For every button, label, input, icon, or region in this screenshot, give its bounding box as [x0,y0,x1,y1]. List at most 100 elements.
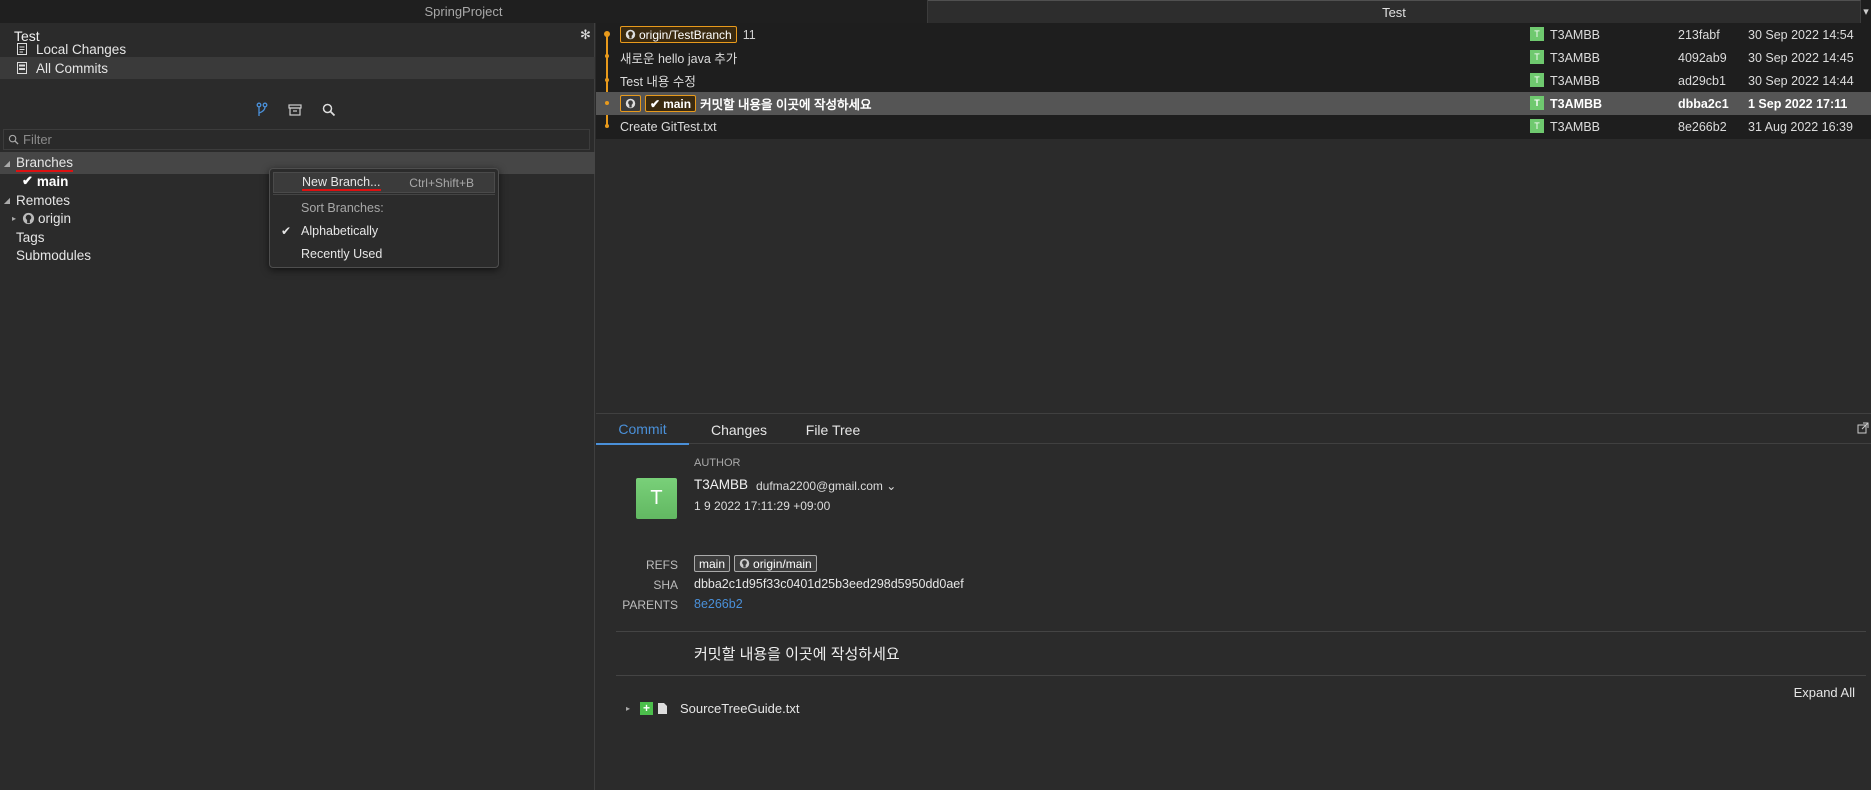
menu-shortcut: Ctrl+Shift+B [409,175,474,190]
badge-label: origin/TestBranch [639,27,732,42]
commit-date: 30 Sep 2022 14:44 [1748,73,1854,88]
menu-item-label: New Branch... [302,174,381,191]
tree-remotes-label: Remotes [16,192,71,208]
commit-row-selected[interactable]: ✔ main 커밋할 내용을 이곳에 작성하세요 T T3AMBB dbba2c… [596,92,1871,115]
commit-sha: ad29cb1 [1678,73,1726,88]
checkmark-icon: ✔ [281,223,292,238]
avatar: T [636,478,677,519]
branch-label: main [36,173,69,189]
collapsed-caret-icon[interactable]: ▸ [626,704,630,713]
ahead-count: 11 [742,27,756,42]
avatar: T [1530,27,1544,41]
github-icon [739,558,750,569]
commit-author: T3AMBB [1550,50,1601,65]
graph-node [605,101,609,105]
remote-label: origin [38,210,72,226]
expand-all-button[interactable]: Expand All [1794,685,1855,700]
github-icon [625,98,636,109]
sha-label: SHA [653,578,678,592]
sidebar-item-label: All Commits [36,60,109,76]
commit-sha: dbba2c1 [1678,96,1729,111]
search-icon[interactable] [320,101,338,119]
author-name: T3AMBB [694,477,749,492]
expand-caret-icon[interactable]: ◢ [2,196,12,205]
refs-label: REFS [645,558,678,572]
commit-list: origin/TestBranch 11 T T3AMBB 213fabf 30… [596,23,1871,139]
tab-test[interactable]: Test [928,0,1861,23]
menu-item-alphabetically[interactable]: ✔ Alphabetically [273,220,495,241]
details-tabs: Commit Changes File Tree [596,413,1871,445]
collapsed-caret-icon[interactable]: ▸ [9,214,19,223]
badge-label: main [663,96,692,111]
commit-message: ✔ main 커밋할 내용을 이곳에 작성하세요 [620,92,872,115]
commit-date: 31 Aug 2022 16:39 [1748,119,1853,134]
menu-item-label: Alphabetically [301,223,379,238]
parent-link[interactable]: 8e266b2 [694,597,743,611]
avatar: T [1530,73,1544,87]
file-row[interactable]: ▸ + SourceTreeGuide.txt [626,699,799,717]
expand-caret-icon[interactable]: ◢ [2,159,12,168]
avatar: T [1530,96,1544,110]
commit-row[interactable]: Create GitTest.txt T T3AMBB 8e266b2 31 A… [596,115,1871,138]
ref-badge-main[interactable]: main [694,555,731,572]
commit-row[interactable]: Test 내용 수정 T T3AMBB ad29cb1 30 Sep 2022 … [596,69,1871,92]
filter-field[interactable]: Filter [3,129,590,150]
remote-badge [620,95,641,112]
commit-message: Create GitTest.txt [620,119,717,134]
graph-node [604,31,610,37]
tab-commit[interactable]: Commit [596,414,689,445]
file-name: SourceTreeGuide.txt [680,700,800,716]
added-icon: + [640,701,654,715]
tab-label: Test [1382,4,1406,20]
commit-details: Commit Changes File Tree AUTHOR T T3AMBB… [596,413,1871,790]
branch-badge: ✔ main [645,95,697,112]
graph-node [605,54,609,58]
tab-label: SpringProject [424,4,503,19]
context-menu: New Branch... Ctrl+Shift+B Sort Branches… [269,168,499,268]
tab-file-tree[interactable]: File Tree [789,414,877,445]
divider [616,631,1866,632]
sidebar: Test ✻ Local Changes All Commits Filter … [0,23,595,790]
parents-label: PARENTS [622,598,678,612]
tab-menu-icon[interactable]: ▾ [1861,0,1871,23]
commit-row[interactable]: 새로운 hello java 추가 T T3AMBB 4092ab9 30 Se… [596,46,1871,69]
sidebar-item-label: Local Changes [36,41,127,57]
commit-date: 30 Sep 2022 14:45 [1748,50,1854,65]
commit-date: 1 Sep 2022 17:11 [1748,96,1848,111]
commits-icon [17,62,27,74]
github-icon [625,29,636,40]
graph-node [605,124,609,128]
menu-item-recently-used[interactable]: Recently Used [273,243,495,264]
file-icon [658,702,668,714]
commit-sha: 213fabf [1678,27,1720,42]
branch-badge: origin/TestBranch [620,26,737,43]
divider [616,675,1866,676]
tree-submodules-label: Submodules [16,247,92,263]
commit-row[interactable]: origin/TestBranch 11 T T3AMBB 213fabf 30… [596,23,1871,46]
ref-badge-origin-main[interactable]: origin/main [734,555,817,572]
checkmark-icon: ✔ [22,173,33,188]
badge-label: origin/main [753,556,812,571]
commit-sha: 8e266b2 [1678,119,1727,134]
search-icon [8,134,19,145]
commit-message-text: 커밋할 내용을 이곳에 작성하세요 [700,98,872,112]
author-email[interactable]: dufma2200@gmail.com ⌄ [756,479,896,493]
stash-icon[interactable] [286,101,304,119]
sidebar-item-all-commits[interactable]: All Commits [0,57,595,79]
commit-message: 새로운 hello java 추가 [620,52,738,66]
avatar: T [1530,50,1544,64]
tab-springproject[interactable]: SpringProject [0,0,928,23]
tab-changes[interactable]: Changes [689,414,789,445]
popout-icon[interactable] [1857,422,1869,434]
commit-author: T3AMBB [1550,27,1601,42]
branch-icon[interactable] [253,101,271,119]
commit-sha: 4092ab9 [1678,50,1727,65]
author-date: 1 9 2022 17:11:29 +09:00 [694,499,831,513]
menu-item-new-branch[interactable]: New Branch... Ctrl+Shift+B [273,172,495,193]
tree-tags-label: Tags [16,229,45,245]
sha-value: dbba2c1d95f33c0401d25b3eed298d5950dd0aef [694,577,964,591]
menu-item-label: Recently Used [301,246,383,261]
tab-bar: SpringProject Test ▾ [0,0,1871,23]
menu-separator [273,194,495,195]
main-panel: origin/TestBranch 11 T T3AMBB 213fabf 30… [596,23,1871,790]
